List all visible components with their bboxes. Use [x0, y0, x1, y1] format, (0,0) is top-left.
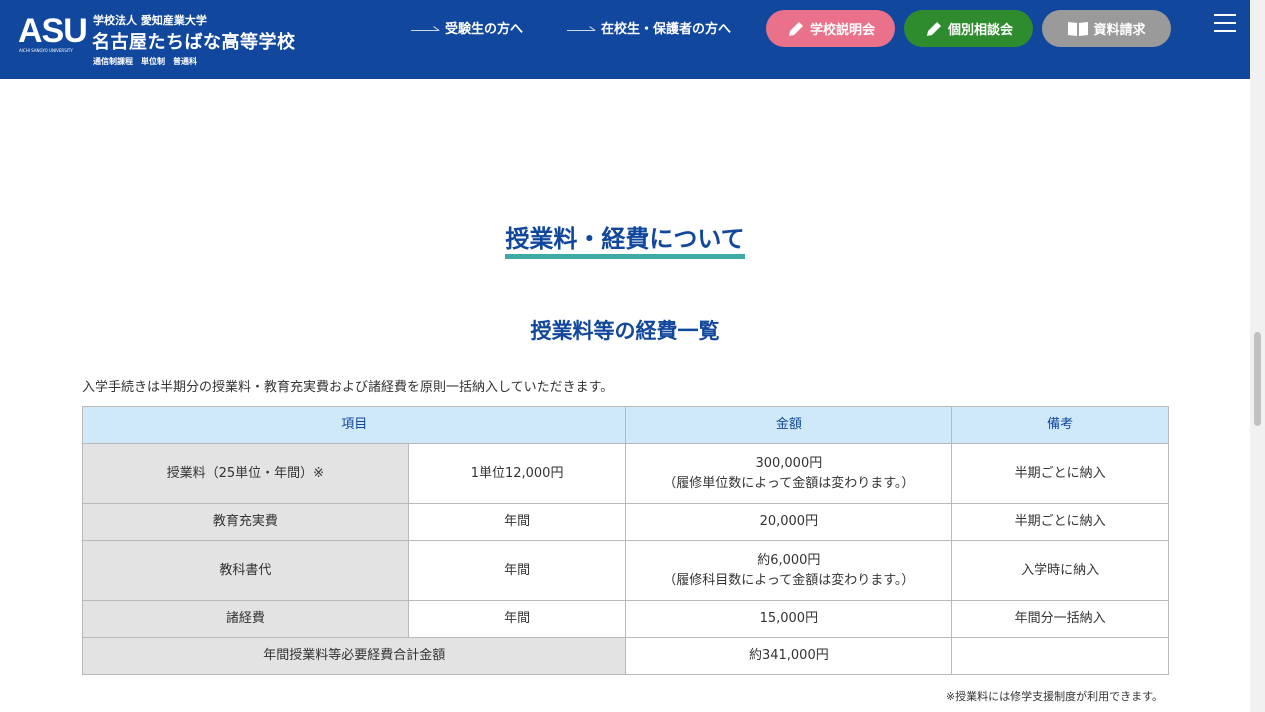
total-amount: 約341,000円 [625, 637, 953, 675]
row-unit: 1単位12,000円 [407, 443, 627, 504]
amount-note: （履修科目数によって金額は変わります。） [663, 572, 915, 588]
school-name[interactable]: 名古屋たちばな高等学校 [92, 28, 296, 54]
fee-table: 項目 金額 備考 授業料（25単位・年間）※ 1単位12,000円 300,00… [81, 406, 1169, 675]
page-scrollbar[interactable] [1250, 0, 1265, 712]
amount-value: 約6,000円 [757, 552, 821, 568]
row-item: 教育充実費 [82, 503, 409, 541]
pencil-icon [926, 21, 941, 36]
intro-text: 入学手続きは半期分の授業料・教育充実費および諸経費を原則一括納入していただきます… [82, 380, 614, 395]
scrollbar-thumb[interactable] [1254, 332, 1261, 426]
header-item: 項目 [81, 406, 627, 444]
header-amount: 金額 [625, 406, 953, 444]
footnote: ※授業料には修学支援制度が利用できます。 [945, 690, 1163, 703]
info-session-label: 学校説明会 [809, 23, 875, 38]
nav-link-label: 在校生・保護者の方へ [601, 22, 732, 37]
consultation-label: 個別相談会 [947, 23, 1013, 38]
logo-subtext: AICHI SANGYO UNIVERSITY [19, 48, 73, 53]
brochure-request-label: 資料請求 [1093, 23, 1146, 38]
row-remarks: 入学時に納入 [951, 540, 1169, 601]
row-amount: 20,000円 [625, 503, 953, 541]
row-unit: 年間 [407, 503, 627, 541]
school-course: 通信制課程 単位制 普通科 [93, 57, 197, 66]
row-amount: 約6,000円 （履修科目数によって金額は変わります。） [625, 540, 953, 601]
row-unit: 年間 [407, 600, 627, 638]
pencil-icon [788, 21, 803, 36]
row-item: 諸経費 [82, 600, 409, 638]
total-label: 年間授業料等必要経費合計金額 [81, 637, 627, 675]
row-amount: 15,000円 [625, 600, 953, 638]
consultation-button[interactable]: 個別相談会 [904, 10, 1033, 47]
nav-link-students-parents[interactable]: 在校生・保護者の方へ [567, 18, 731, 37]
nav-link-label: 受験生の方へ [445, 22, 524, 37]
hamburger-menu-icon[interactable] [1214, 14, 1236, 32]
row-unit: 年間 [407, 540, 627, 601]
site-header: ASU AICHI SANGYO UNIVERSITY 学校法人 愛知産業大学 … [0, 0, 1250, 79]
table-header-row: 項目 金額 備考 [81, 406, 1169, 444]
book-icon [1068, 21, 1089, 36]
row-remarks: 半期ごとに納入 [951, 503, 1169, 541]
table-row: 授業料（25単位・年間）※ 1単位12,000円 300,000円 （履修単位数… [82, 443, 1169, 504]
section-title-text: 授業料・経費について [505, 224, 745, 259]
amount-value: 300,000円 [755, 455, 823, 471]
total-remarks [951, 637, 1169, 675]
brochure-request-button[interactable]: 資料請求 [1042, 10, 1171, 47]
arrow-icon [567, 24, 595, 32]
row-amount: 300,000円 （履修単位数によって金額は変わります。） [625, 443, 953, 504]
nav-link-applicants[interactable]: 受験生の方へ [411, 18, 523, 37]
row-item: 教科書代 [82, 540, 409, 601]
row-item: 授業料（25単位・年間）※ [82, 443, 409, 504]
amount-note: （履修単位数によって金額は変わります。） [663, 475, 915, 491]
row-remarks: 半期ごとに納入 [951, 443, 1169, 504]
table-total-row: 年間授業料等必要経費合計金額 約341,000円 [81, 637, 1169, 675]
section-title: 授業料・経費について [0, 224, 1250, 259]
table-row: 諸経費 年間 15,000円 年間分一括納入 [82, 600, 1169, 638]
row-remarks: 年間分一括納入 [951, 600, 1169, 638]
school-corporation: 学校法人 愛知産業大学 [93, 14, 207, 27]
school-logo[interactable]: ASU AICHI SANGYO UNIVERSITY [18, 12, 88, 56]
info-session-button[interactable]: 学校説明会 [766, 10, 895, 47]
header-remarks: 備考 [951, 406, 1169, 444]
table-row: 教育充実費 年間 20,000円 半期ごとに納入 [82, 503, 1169, 541]
logo-mark: ASU [18, 12, 88, 50]
sub-title: 授業料等の経費一覧 [530, 319, 720, 343]
arrow-icon [411, 24, 439, 32]
table-row: 教科書代 年間 約6,000円 （履修科目数によって金額は変わります。） 入学時… [82, 540, 1169, 601]
